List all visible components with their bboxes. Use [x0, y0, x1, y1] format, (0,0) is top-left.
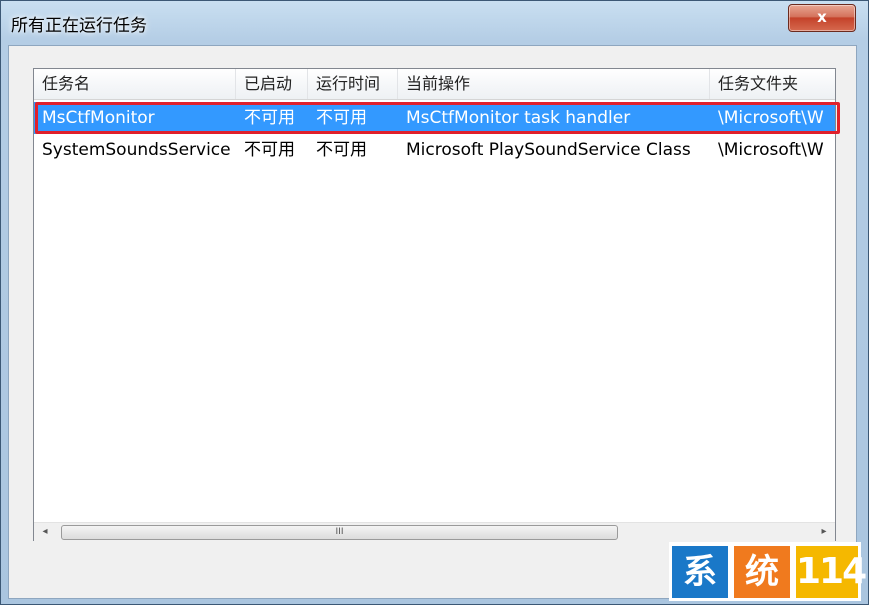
current-action-cell: Microsoft PlaySoundService Class — [406, 140, 691, 160]
started-cell: 不可用 — [244, 140, 295, 160]
task-name-cell: SystemSoundsService — [42, 140, 231, 160]
column-header-runtime[interactable]: 运行时间 — [308, 69, 398, 99]
column-header-task-folder[interactable]: 任务文件夹 — [710, 69, 835, 99]
column-header-started[interactable]: 已启动 — [236, 69, 308, 99]
column-header-current-action[interactable]: 当前操作 — [398, 69, 710, 99]
table-row[interactable]: SystemSoundsService 不可用 不可用 Microsoft Pl… — [34, 134, 835, 166]
watermark-char-2: 统 — [734, 546, 790, 598]
list-header: 任务名 已启动 运行时间 当前操作 任务文件夹 — [34, 69, 835, 100]
watermark-char-3: 114 — [796, 546, 867, 598]
task-folder-cell: \Microsoft\W — [718, 140, 824, 160]
close-icon: x — [817, 8, 827, 26]
scroll-left-arrow-icon[interactable]: ◂ — [36, 523, 54, 541]
table-row[interactable]: MsCtfMonitor 不可用 不可用 MsCtfMonitor task h… — [34, 102, 835, 134]
scroll-right-arrow-icon[interactable]: ▸ — [815, 523, 833, 541]
scrollbar-grip-icon: III — [335, 527, 344, 537]
dialog-window: 所有正在运行任务 x 任务名 已启动 运行时间 当前操作 任务文件夹 MsCtf… — [0, 0, 869, 605]
watermark-logo: 系 统 114 — [669, 542, 867, 601]
runtime-cell: 不可用 — [316, 140, 367, 160]
runtime-cell: 不可用 — [316, 108, 367, 128]
task-name-cell: MsCtfMonitor — [42, 108, 155, 128]
current-action-cell: MsCtfMonitor task handler — [406, 108, 631, 128]
running-tasks-list[interactable]: 任务名 已启动 运行时间 当前操作 任务文件夹 MsCtfMonitor 不可用… — [33, 68, 840, 541]
horizontal-scrollbar[interactable]: ◂ III ▸ — [34, 522, 835, 541]
close-button[interactable]: x — [788, 4, 856, 32]
title-bar[interactable]: 所有正在运行任务 x — [1, 1, 868, 45]
started-cell: 不可用 — [244, 108, 295, 128]
task-folder-cell: \Microsoft\W — [718, 108, 824, 128]
watermark-char-1: 系 — [672, 546, 728, 598]
window-title: 所有正在运行任务 — [11, 16, 147, 36]
scrollbar-thumb[interactable]: III — [61, 525, 618, 540]
dialog-client-area: 任务名 已启动 运行时间 当前操作 任务文件夹 MsCtfMonitor 不可用… — [8, 45, 857, 599]
column-header-task-name[interactable]: 任务名 — [34, 69, 236, 99]
